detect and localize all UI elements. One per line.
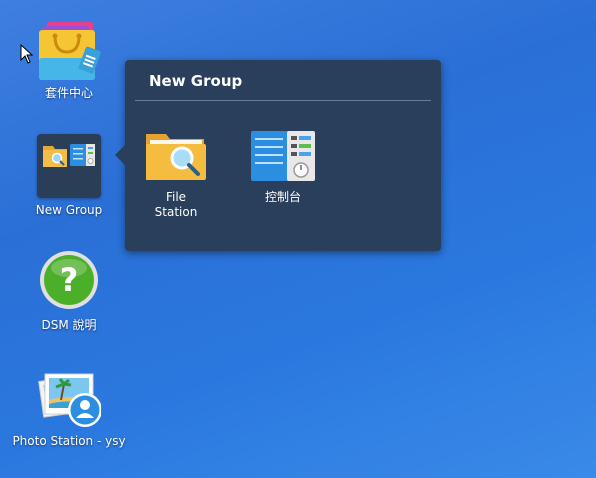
photo-station-icon — [37, 366, 102, 430]
control-panel-label: 控制台 — [264, 190, 301, 204]
help-icon: ? — [37, 250, 101, 314]
desktop-icon-label: Photo Station - ysy — [12, 434, 126, 448]
popup-app-control-panel[interactable]: 控制台 — [238, 128, 328, 205]
popup-title: New Group — [149, 72, 243, 90]
package-center-icon — [37, 18, 101, 82]
desktop-icon-label: DSM 說明 — [41, 318, 97, 332]
control-panel-icon — [251, 128, 315, 192]
desktop-icon-label: New Group — [35, 203, 103, 217]
popup-app-file-station[interactable]: File Station — [131, 128, 221, 220]
group-folder-icon — [37, 134, 101, 198]
mouse-cursor-icon — [20, 43, 34, 68]
desktop-icon-dsm-help[interactable]: ? DSM 說明 — [0, 250, 139, 332]
file-station-icon — [144, 128, 208, 192]
svg-text:?: ? — [60, 261, 79, 299]
desktop-icon-photo-station[interactable]: Photo Station - ysy — [0, 366, 139, 448]
popup-divider — [135, 100, 431, 101]
popup-arrow — [115, 145, 125, 165]
desktop-icon-label: 套件中心 — [44, 86, 93, 100]
file-station-label: File Station — [154, 190, 198, 219]
group-popup: New Group File Station 控制台 — [115, 60, 441, 251]
